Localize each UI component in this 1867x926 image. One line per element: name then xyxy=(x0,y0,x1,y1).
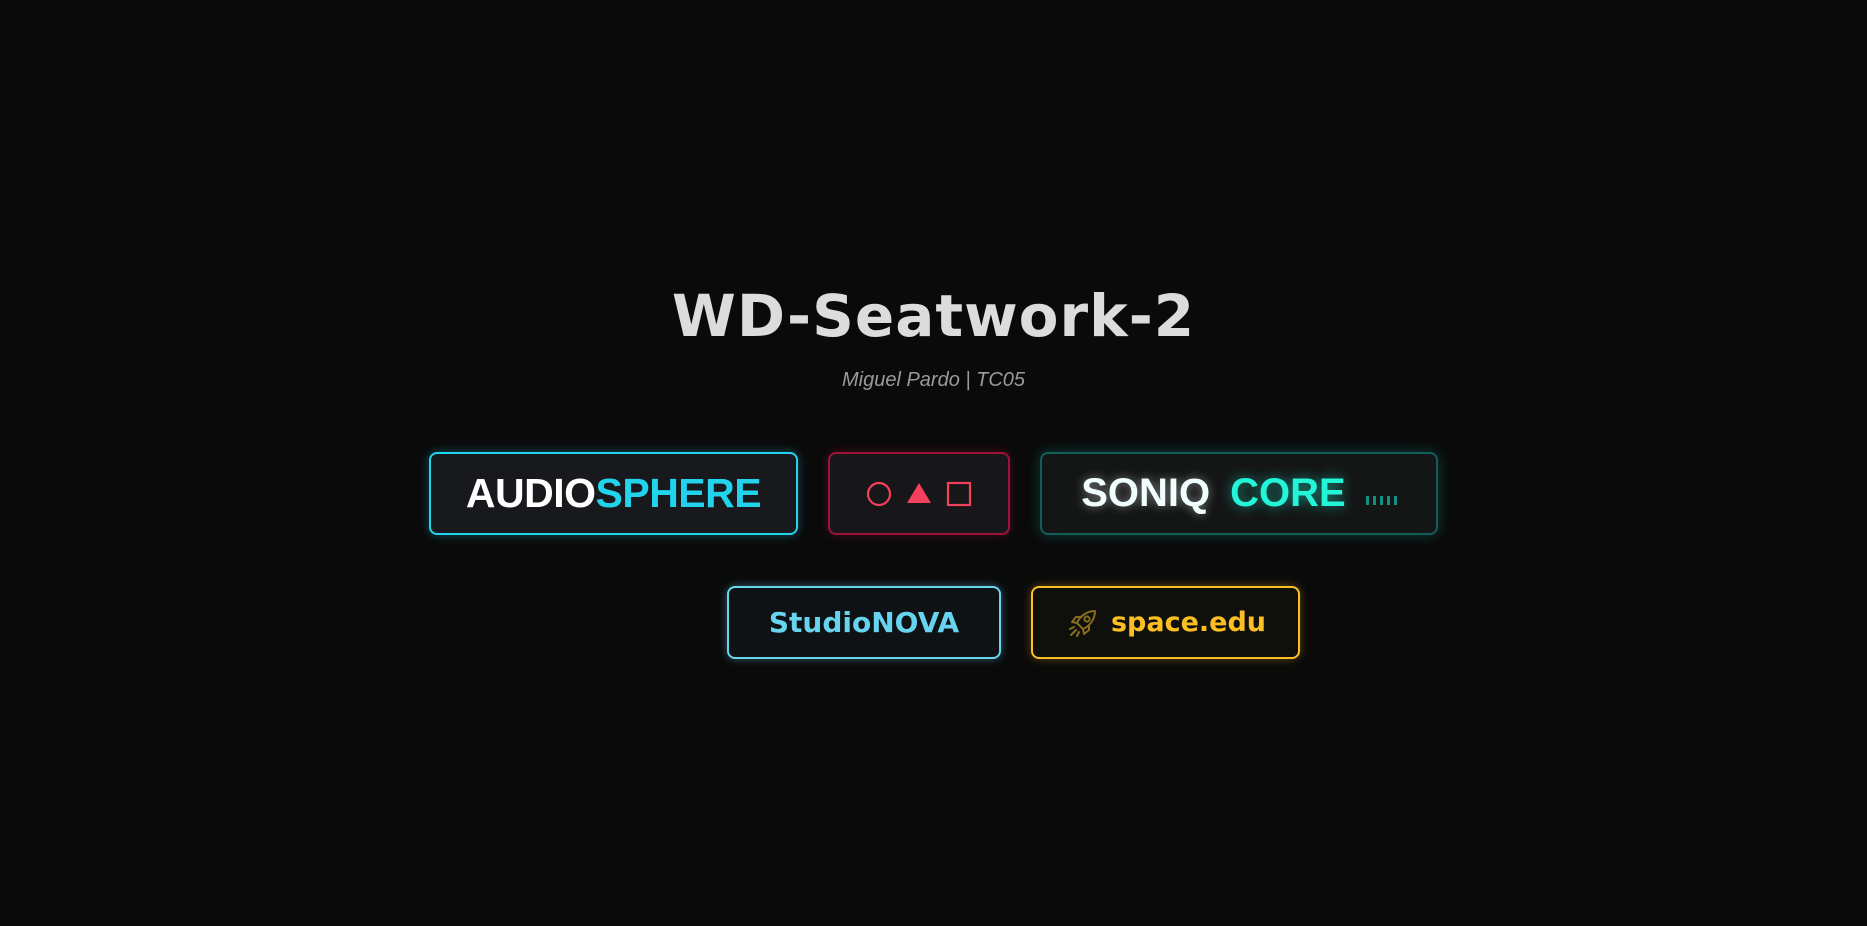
page-subtitle: Miguel Pardo | TC05 xyxy=(841,369,1026,391)
logo-card-studionova[interactable]: StudioNOVA xyxy=(727,586,1001,659)
logo-studionova-label: StudioNOVA xyxy=(768,606,960,639)
rocket-icon xyxy=(1068,609,1096,637)
logo-card-spaceedu[interactable]: space.edu xyxy=(1031,586,1300,659)
logo-soniq-part2: CORE xyxy=(1230,471,1346,515)
page-title: WD-Seatwork-2 xyxy=(671,282,1196,350)
circle-icon xyxy=(866,481,892,506)
logo-soniq-part1: SONIQ xyxy=(1081,471,1211,515)
logo-card-audiosphere[interactable]: AUDIO SPHERE xyxy=(429,452,798,535)
logo-audiosphere-part2: SPHERE xyxy=(595,470,762,516)
logo-card-shapes[interactable] xyxy=(828,452,1010,535)
logo-card-soniq-core[interactable]: SONIQ CORE xyxy=(1040,452,1438,535)
logo-audiosphere-part1: AUDIO xyxy=(465,470,596,516)
equalizer-bars-icon xyxy=(1365,496,1397,505)
logo-spaceedu-label: space.edu xyxy=(1110,607,1267,638)
square-icon xyxy=(946,481,972,506)
triangle-icon xyxy=(907,482,931,503)
